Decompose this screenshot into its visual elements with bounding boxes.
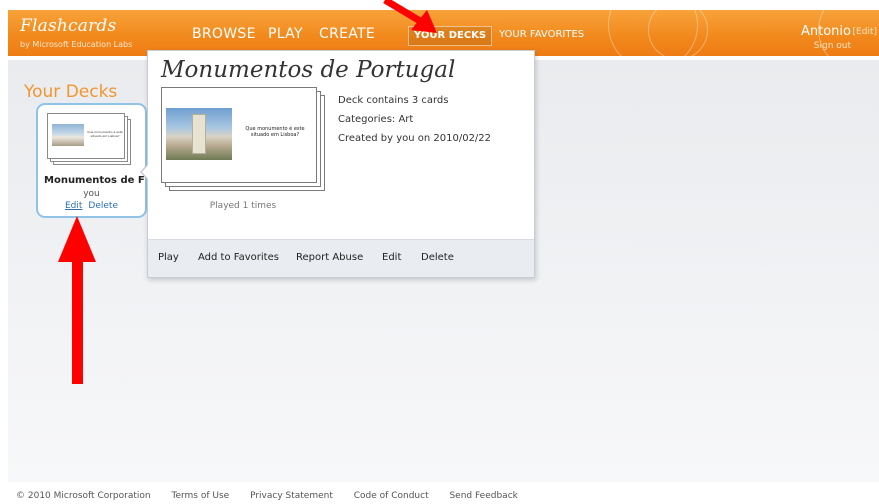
deck-card-question: Que monumento é este situado em Lisboa? [87,130,123,138]
footer-conduct-link[interactable]: Code of Conduct [354,491,429,501]
app-logo-subtitle: by Microsoft Education Labs [20,40,133,49]
red-arrow-down-annotation [383,0,437,33]
footer-copyright: © 2010 Microsoft Corporation [16,491,151,501]
nav-browse[interactable]: BROWSE [192,26,256,42]
played-count: Played 1 times [209,201,277,211]
app-logo-title[interactable]: Flashcards [20,16,116,36]
user-name[interactable]: Antonio [801,24,851,39]
red-arrow-up-annotation [58,216,96,384]
nav-create[interactable]: CREATE [319,26,375,42]
add-to-favorites-button[interactable]: Add to Favorites [198,252,279,263]
user-edit-link[interactable]: [Edit] [853,27,877,37]
delete-button[interactable]: Delete [421,252,454,263]
deck-categories: Categories: Art [338,114,414,125]
popup-card-question: Que monumento é este situado em Lisboa? [245,126,305,138]
nav-play[interactable]: PLAY [268,26,303,42]
deck-name: Monumentos de F [44,175,144,186]
footer-terms-link[interactable]: Terms of Use [171,491,229,501]
deck-delete-link[interactable]: Delete [88,201,118,211]
deck-tile[interactable]: Que monumento é este situado em Lisboa? … [36,103,147,218]
footer-feedback-link[interactable]: Send Feedback [449,491,517,501]
popup-title: Monumentos de Portugal [161,57,456,83]
deck-details-popup: Monumentos de Portugal Que monumento é e… [147,50,535,278]
popup-card-front[interactable]: Que monumento é este situado em Lisboa? [161,87,317,183]
header-decoration [648,10,708,56]
deck-card-count: Deck contains 3 cards [338,95,449,106]
tower-image-detail [192,114,206,154]
sign-out-link[interactable]: Sign out [814,41,851,51]
deck-card-front: Que monumento é este situado em Lisboa? [47,113,125,159]
deck-card-image [52,124,84,146]
deck-owner: you [83,189,100,199]
page-title: Your Decks [24,82,118,102]
footer-privacy-link[interactable]: Privacy Statement [250,491,333,501]
deck-edit-link[interactable]: Edit [65,201,82,211]
footer: © 2010 Microsoft Corporation Terms of Us… [16,491,536,501]
popup-card-image [166,108,232,160]
nav-your-favorites[interactable]: YOUR FAVORITES [499,29,584,40]
popup-pointer-fill [142,163,150,181]
deck-created-info: Created by you on 2010/02/22 [338,133,492,144]
play-button[interactable]: Play [158,252,179,263]
edit-button[interactable]: Edit [382,252,401,263]
popup-action-bar: Play Add to Favorites Report Abuse Edit … [148,239,534,277]
report-abuse-button[interactable]: Report Abuse [296,252,363,263]
